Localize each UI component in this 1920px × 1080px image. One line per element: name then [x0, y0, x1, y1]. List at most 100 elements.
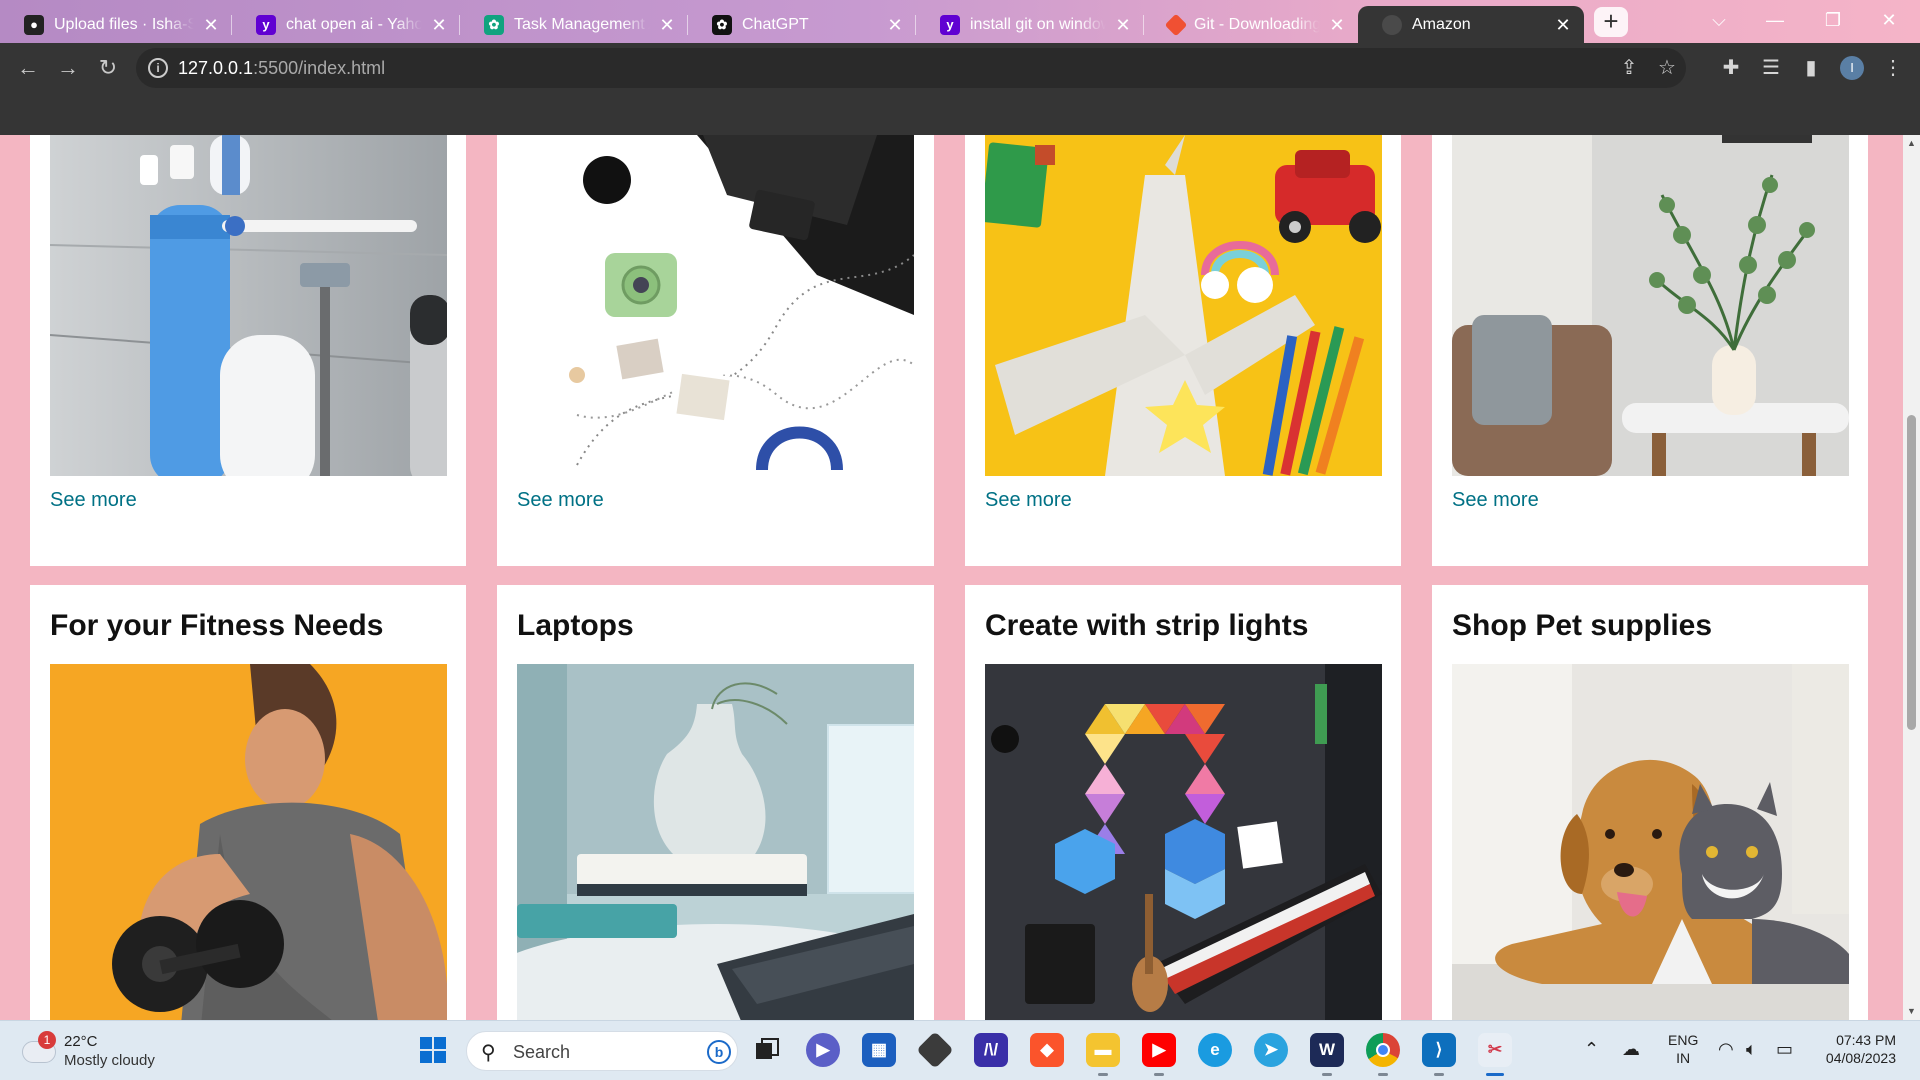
unity-icon[interactable]: [916, 1031, 954, 1069]
bookmark-bar: [0, 93, 1920, 135]
extensions-icon[interactable]: ✚: [1718, 55, 1744, 81]
category-card-personal-care: See more: [30, 135, 466, 566]
fitness-image[interactable]: [50, 664, 447, 1020]
laptops-image[interactable]: [517, 664, 914, 1020]
start-button[interactable]: [416, 1033, 450, 1067]
menu-kebab-icon[interactable]: ⋮: [1880, 55, 1906, 81]
side-panel-icon[interactable]: ▮: [1798, 55, 1824, 81]
tab-install-git[interactable]: y install git on windows ✕: [916, 6, 1144, 43]
card-title: Create with strip lights: [985, 609, 1309, 642]
globe-icon: [1382, 14, 1402, 35]
weather-desc: Mostly cloudy: [64, 1052, 155, 1069]
windows-taskbar: 1 22°C Mostly cloudy ⚲ Search b ▶ ▦ /\/ …: [0, 1020, 1920, 1080]
webex-icon[interactable]: W: [1310, 1033, 1344, 1076]
yahoo-icon: y: [940, 14, 960, 35]
running-indicator: [1434, 1073, 1444, 1076]
system-clock[interactable]: 07:43 PM 04/08/2023: [1816, 1031, 1896, 1067]
git-icon: [1164, 13, 1188, 36]
address-bar[interactable]: i 127.0.0.1:5500/index.html ⇪ ☆: [136, 48, 1686, 88]
minimize-button[interactable]: —: [1752, 0, 1798, 40]
toys-image[interactable]: [985, 135, 1382, 476]
see-more-link[interactable]: See more: [517, 489, 604, 512]
close-window-button[interactable]: ✕: [1866, 0, 1912, 40]
wifi-icon[interactable]: ◠: [1718, 1039, 1734, 1060]
reload-button[interactable]: ↻: [92, 52, 124, 84]
see-more-link[interactable]: See more: [1452, 489, 1539, 512]
site-info-icon[interactable]: i: [148, 58, 168, 78]
close-tab-icon[interactable]: ✕: [656, 14, 678, 36]
scroll-down-arrow-icon[interactable]: ▼: [1903, 1003, 1920, 1020]
visual-studio-icon[interactable]: /\/: [974, 1033, 1008, 1067]
tab-upload-files[interactable]: ● Upload files · Isha-Soc ✕: [0, 6, 232, 43]
category-card-fitness: For your Fitness Needs: [30, 585, 466, 1020]
strip-lights-image[interactable]: [985, 664, 1382, 1020]
laptop-desk-image[interactable]: [517, 135, 914, 476]
running-indicator: [1378, 1073, 1388, 1076]
category-card-toys: See more: [965, 135, 1401, 566]
youtube-icon[interactable]: ▶: [1142, 1033, 1176, 1076]
restore-button[interactable]: ❐: [1810, 0, 1856, 40]
browser-tab-strip: ● Upload files · Isha-Soc ✕ y chat open …: [0, 0, 1920, 43]
reading-list-icon[interactable]: ☰: [1758, 55, 1784, 81]
pet-supplies-image[interactable]: [1452, 664, 1849, 1020]
yahoo-icon: y: [256, 14, 276, 35]
battery-icon[interactable]: ▭: [1776, 1039, 1793, 1060]
new-tab-button[interactable]: +: [1594, 7, 1628, 37]
forward-button[interactable]: →: [52, 52, 84, 84]
close-tab-icon[interactable]: ✕: [1552, 14, 1574, 36]
close-tab-icon[interactable]: ✕: [200, 14, 222, 36]
chrome-center: [1376, 1043, 1390, 1057]
scroll-up-arrow-icon[interactable]: ▲: [1903, 135, 1920, 152]
volume-icon[interactable]: 🔈︎: [1746, 1039, 1757, 1060]
language-indicator[interactable]: ENG IN: [1668, 1031, 1698, 1067]
bookmark-star-icon[interactable]: ☆: [1654, 55, 1680, 81]
running-indicator: [1154, 1073, 1164, 1076]
network-cloud-icon[interactable]: ☁: [1622, 1039, 1640, 1060]
close-tab-icon[interactable]: ✕: [428, 14, 450, 36]
tab-amazon[interactable]: Amazon ✕: [1358, 6, 1584, 43]
active-indicator: [1486, 1073, 1504, 1076]
category-card-home: See more: [1432, 135, 1868, 566]
weather-widget[interactable]: 1 22°C Mostly cloudy: [22, 1029, 202, 1073]
snipping-tool-icon[interactable]: ✂: [1478, 1033, 1512, 1076]
profile-avatar[interactable]: I: [1840, 56, 1864, 80]
telegram-icon[interactable]: ➤: [1254, 1033, 1288, 1067]
show-hidden-icons-chevron[interactable]: ⌃: [1584, 1039, 1599, 1060]
weather-temp: 22°C: [64, 1033, 98, 1050]
bing-icon[interactable]: b: [707, 1040, 731, 1064]
teams-chat-icon[interactable]: ▶: [806, 1033, 840, 1067]
tab-chatgpt[interactable]: ✿ ChatGPT ✕: [688, 6, 916, 43]
card-title: Laptops: [517, 609, 634, 642]
openai-icon: ✿: [712, 14, 732, 35]
running-indicator: [1098, 1073, 1108, 1076]
url-text[interactable]: 127.0.0.1:5500/index.html: [178, 58, 385, 79]
personal-care-image[interactable]: [50, 135, 447, 476]
chrome-icon[interactable]: [1366, 1033, 1400, 1076]
page-scrollbar[interactable]: ▲ ▼: [1903, 135, 1920, 1020]
search-icon: ⚲: [481, 1042, 496, 1064]
share-icon[interactable]: ⇪: [1616, 55, 1642, 81]
browser-toolbar: ← → ↻ i 127.0.0.1:5500/index.html ⇪ ☆ ✚ …: [0, 43, 1920, 93]
close-tab-icon[interactable]: ✕: [1326, 14, 1348, 36]
openai-icon: ✿: [484, 14, 504, 35]
home-decor-image[interactable]: [1452, 135, 1849, 476]
microsoft-store-icon[interactable]: ▦: [862, 1033, 896, 1067]
back-button[interactable]: ←: [12, 52, 44, 84]
task-view-icon[interactable]: [750, 1033, 784, 1067]
edge-icon[interactable]: e: [1198, 1033, 1232, 1067]
scrollbar-thumb[interactable]: [1907, 415, 1916, 730]
tab-git-downloading[interactable]: Git - Downloading Pa ✕: [1144, 6, 1358, 43]
brave-icon[interactable]: ◆: [1030, 1033, 1064, 1067]
file-explorer-icon[interactable]: ▬: [1086, 1033, 1120, 1076]
see-more-link[interactable]: See more: [50, 489, 137, 512]
close-tab-icon[interactable]: ✕: [1112, 14, 1134, 36]
tab-task-management[interactable]: ✿ Task Management Ap ✕: [460, 6, 688, 43]
vscode-icon[interactable]: ⟩: [1422, 1033, 1456, 1076]
tab-search-chevron-icon[interactable]: ⌵: [1696, 0, 1742, 40]
close-tab-icon[interactable]: ✕: [884, 14, 906, 36]
category-card-laptops: Laptops: [497, 585, 934, 1020]
category-card-electronics: See more: [497, 135, 934, 566]
tab-chat-open-ai-yahoo[interactable]: y chat open ai - Yahoo ✕: [232, 6, 460, 43]
taskbar-search-box[interactable]: ⚲ Search b: [466, 1031, 738, 1071]
see-more-link[interactable]: See more: [985, 489, 1072, 512]
